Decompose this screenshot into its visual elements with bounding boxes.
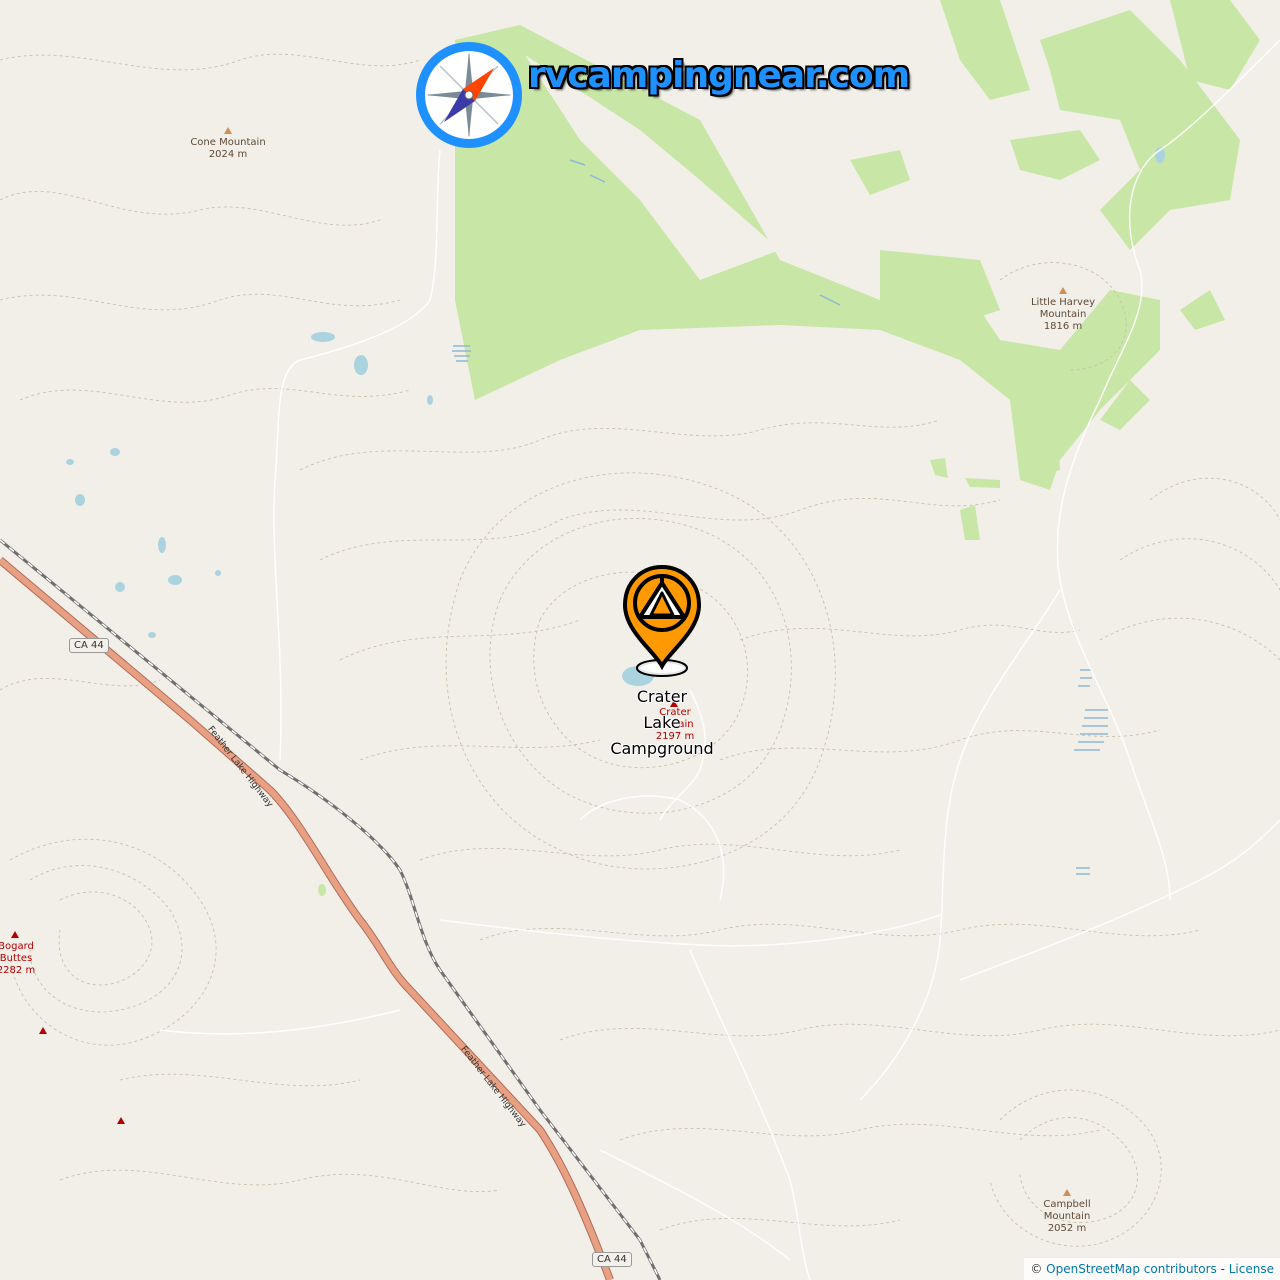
tent-map-pin-icon[interactable]: [618, 563, 706, 683]
peak-name-line: Mountain: [1039, 309, 1087, 320]
peak-campbell-mountain: Campbell Mountain 2052 m: [1017, 1199, 1117, 1235]
peak-name-line: Bogard: [0, 941, 34, 952]
highway-shield-top: CA 44: [69, 638, 109, 653]
peak-elevation: 1816 m: [1043, 321, 1083, 332]
copyright-symbol: ©: [1030, 1262, 1043, 1276]
campground-name-label[interactable]: Crater Lake Campground: [582, 684, 742, 762]
peak-bogard-buttes: Bogard Buttes 2282 m: [0, 941, 66, 977]
peak-elevation: 2052 m: [1047, 1223, 1087, 1234]
peak-name-line: Buttes: [0, 953, 33, 964]
peak-cone-mountain: Cone Mountain 2024 m: [178, 137, 278, 161]
compass-icon: [416, 42, 522, 148]
campground-name-line: Campground: [610, 739, 714, 758]
peak-name: Cone Mountain: [190, 137, 266, 148]
peak-elevation: 2024 m: [208, 149, 248, 160]
map-canvas[interactable]: Cone Mountain 2024 m Little Harvey Mount…: [0, 0, 1280, 1280]
campground-name-line: Lake: [643, 713, 681, 732]
peak-name-line: Little Harvey: [1030, 297, 1096, 308]
peak-elevation: 2282 m: [0, 965, 36, 976]
brand-site-name[interactable]: rvcampingnear.com: [528, 55, 910, 96]
osm-contributors-link[interactable]: OpenStreetMap contributors: [1046, 1262, 1217, 1276]
license-link[interactable]: License: [1229, 1262, 1274, 1276]
campground-name-line: Crater: [636, 687, 688, 706]
peak-name-line: Mountain: [1043, 1211, 1091, 1222]
brand-logo[interactable]: [414, 40, 526, 152]
attribution-separator: -: [1216, 1262, 1229, 1276]
highway-shield-bottom: CA 44: [592, 1252, 632, 1267]
peak-little-harvey-mountain: Little Harvey Mountain 1816 m: [1013, 297, 1113, 333]
peak-name-line: Campbell: [1043, 1199, 1091, 1210]
map-attribution: © OpenStreetMap contributors - License: [1024, 1258, 1280, 1280]
